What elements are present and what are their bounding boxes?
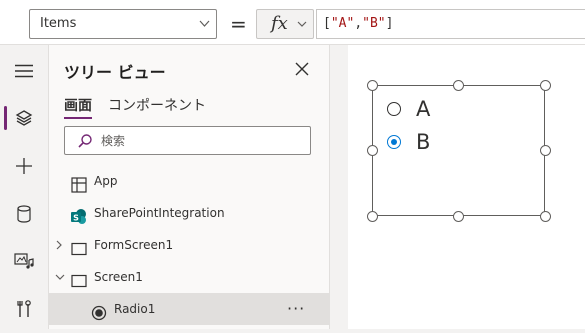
radio-option-label: A	[416, 97, 431, 121]
tree-item-label: App	[94, 174, 118, 188]
chevron-down-icon	[297, 10, 307, 50]
tree-item-formscreen1[interactable]: FormScreen1	[49, 229, 329, 261]
search-input[interactable]	[101, 130, 301, 151]
svg-text:S: S	[73, 214, 79, 223]
left-rail	[0, 45, 49, 329]
chevron-down-icon	[199, 10, 210, 49]
formula-token: [	[323, 16, 331, 31]
fx-button[interactable]: fx	[256, 9, 314, 39]
close-button[interactable]	[293, 60, 311, 78]
tree-view-button[interactable]	[0, 98, 48, 138]
tools-icon	[17, 300, 31, 317]
insert-button[interactable]	[0, 146, 48, 186]
tree-item-sharepointintegration[interactable]: S SharePointIntegration	[49, 197, 329, 229]
hamburger-icon	[15, 64, 33, 78]
formula-token: ,	[354, 16, 363, 31]
panel-title: ツリー ビュー	[64, 63, 166, 82]
radio-option-a[interactable]: A	[387, 97, 430, 121]
equals-sign: =	[230, 12, 247, 36]
radio-option-label: B	[416, 130, 431, 154]
formula-bar: Items = fx ["A","B"]	[0, 0, 585, 45]
media-icon	[14, 253, 34, 269]
search-box[interactable]	[64, 126, 311, 155]
resize-handle-left[interactable]	[367, 145, 378, 156]
hamburger-menu-button[interactable]	[0, 51, 48, 91]
tab-screens[interactable]: 画面	[64, 95, 92, 119]
radio-control[interactable]: A B	[372, 85, 545, 216]
radio-option-b[interactable]: B	[387, 130, 430, 154]
resize-handle-right[interactable]	[540, 145, 551, 156]
more-options-icon[interactable]: ···	[287, 293, 305, 325]
close-icon	[295, 62, 309, 76]
layers-icon	[15, 110, 33, 126]
property-dropdown-value: Items	[40, 16, 77, 31]
property-dropdown[interactable]: Items	[29, 9, 217, 39]
tree-item-label: Screen1	[94, 270, 143, 284]
database-icon	[17, 205, 31, 223]
formula-token: "A"	[330, 16, 355, 31]
formula-token: ]	[385, 16, 394, 31]
fx-icon: fx	[271, 13, 288, 34]
tree-item-app[interactable]: App	[49, 165, 329, 197]
formula-token: "B"	[362, 16, 386, 31]
tree-item-label: SharePointIntegration	[94, 206, 225, 220]
resize-handle-bottom-right[interactable]	[540, 211, 551, 222]
tree-view-panel: ツリー ビュー 画面 コンポーネント App	[49, 45, 330, 329]
resize-handle-bottom[interactable]	[453, 211, 464, 222]
tree-item-radio1[interactable]: Radio1 ···	[49, 293, 329, 325]
resize-handle-top-left[interactable]	[367, 80, 378, 91]
formula-input[interactable]: ["A","B"]	[316, 9, 585, 39]
advanced-tools-button[interactable]	[0, 289, 48, 329]
tree-item-label: FormScreen1	[94, 238, 174, 252]
tree-item-label: Radio1	[114, 302, 156, 316]
data-button[interactable]	[0, 194, 48, 234]
resize-handle-top[interactable]	[453, 80, 464, 91]
tree-item-screen1[interactable]: Screen1	[49, 261, 329, 293]
media-button[interactable]	[0, 241, 48, 281]
tab-components[interactable]: コンポーネント	[108, 95, 206, 115]
add-icon	[16, 158, 32, 174]
radio-icon	[91, 301, 107, 333]
radio-button-checked[interactable]	[387, 135, 401, 149]
resize-handle-top-right[interactable]	[540, 80, 551, 91]
radio-button-unchecked[interactable]	[387, 102, 401, 116]
resize-handle-bottom-left[interactable]	[367, 211, 378, 222]
search-icon	[77, 133, 93, 153]
